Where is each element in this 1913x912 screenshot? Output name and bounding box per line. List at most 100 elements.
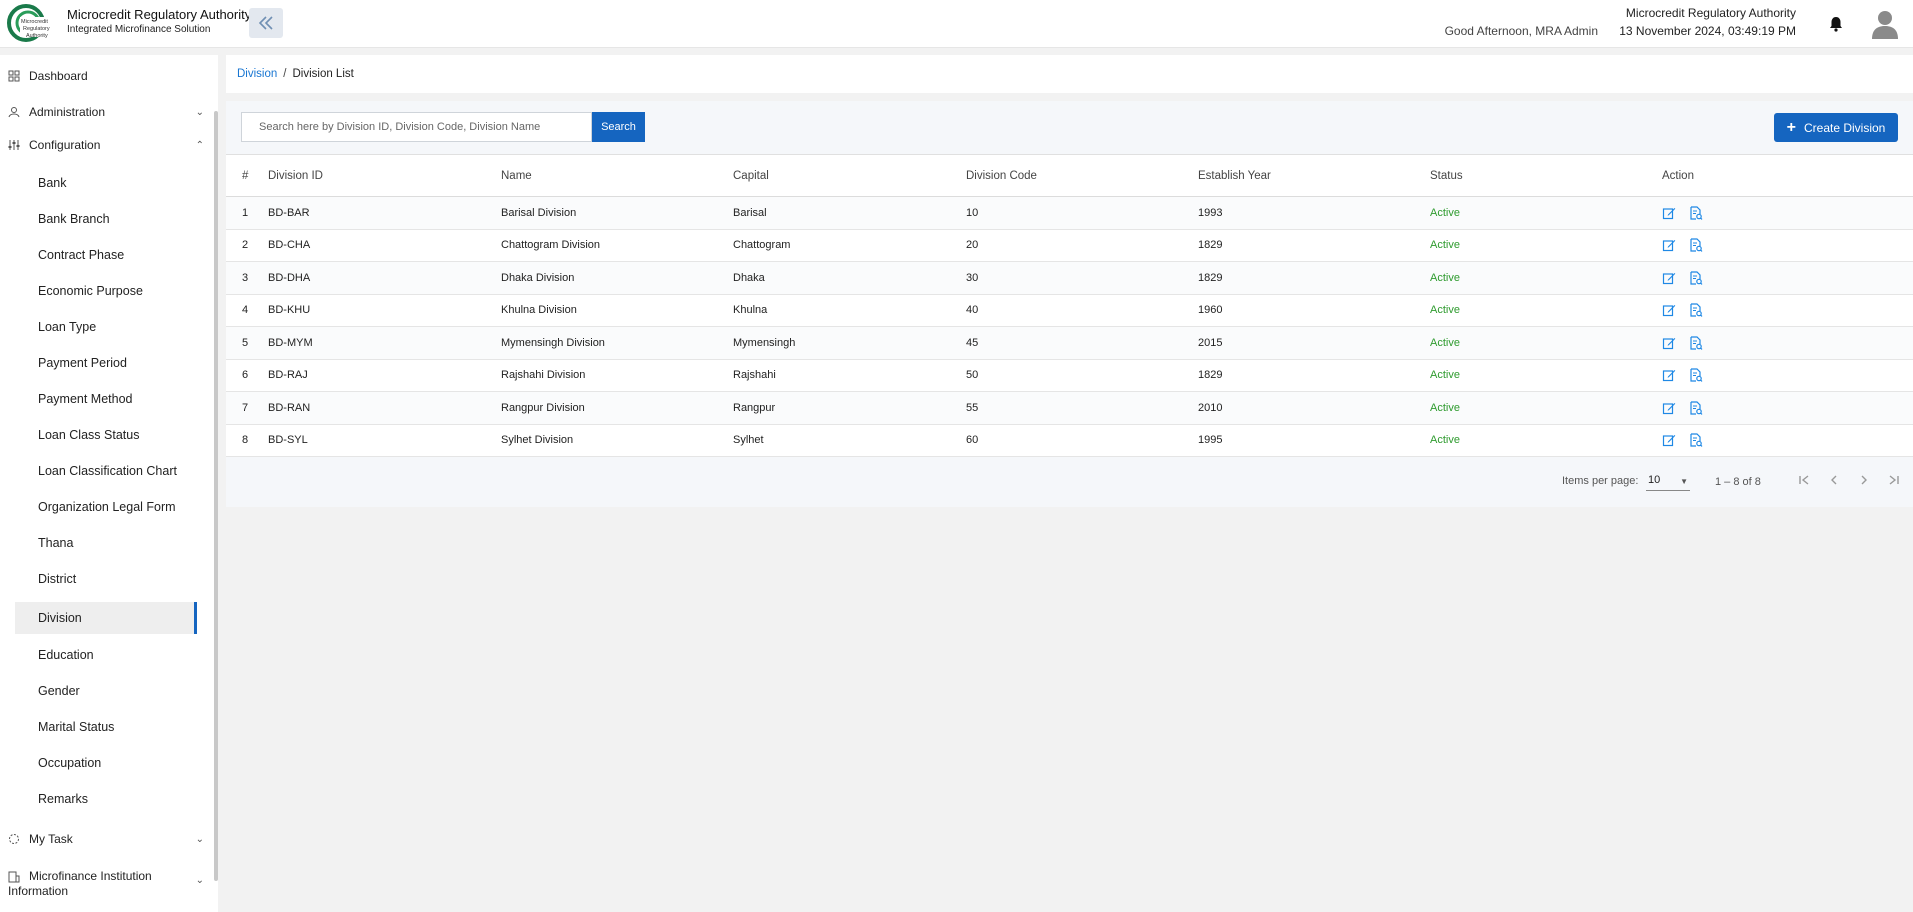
sidebar-item-loan-type[interactable]: Loan Type (15, 311, 197, 343)
row-number: 2 (242, 239, 249, 252)
edit-icon[interactable] (1662, 238, 1676, 252)
division-name-cell: Rajshahi Division (501, 369, 586, 382)
edit-icon[interactable] (1662, 368, 1676, 382)
chevron-left-icon (1831, 475, 1837, 485)
bell-icon[interactable] (1827, 15, 1845, 33)
establish-year-cell: 1995 (1198, 434, 1223, 447)
sidebar-item-label: Loan Type (38, 320, 97, 334)
action-cell (1662, 360, 1703, 392)
chevron-right-icon (1861, 475, 1867, 485)
sidebar-item-configuration[interactable]: Configuration ⌃ (8, 138, 208, 152)
user-avatar-icon[interactable] (1871, 9, 1899, 39)
items-per-page-select[interactable]: 10 ▼ (1646, 471, 1690, 491)
capital-cell: Rajshahi (733, 369, 776, 382)
search-button[interactable]: Search (592, 112, 645, 142)
edit-icon[interactable] (1662, 206, 1676, 220)
edit-icon[interactable] (1662, 401, 1676, 415)
sidebar-item-label: Thana (38, 536, 74, 550)
edit-icon[interactable] (1662, 433, 1676, 447)
search-input[interactable] (241, 112, 592, 142)
sidebar-item-label: Contract Phase (38, 248, 125, 262)
create-division-button[interactable]: + Create Division (1774, 113, 1898, 142)
sidebar-item-economic-purpose[interactable]: Economic Purpose (15, 275, 197, 307)
paginator: Items per page: 10 ▼ 1 – 8 of 8 (226, 457, 1913, 507)
division-id-cell: BD-RAJ (268, 369, 308, 382)
edit-icon[interactable] (1662, 271, 1676, 285)
sidebar-item-payment-method[interactable]: Payment Method (15, 383, 197, 415)
document-view-icon[interactable] (1689, 238, 1703, 253)
sidebar-item-label: Loan Class Status (38, 428, 140, 442)
sidebar-item-label: My Task (29, 832, 73, 846)
previous-page-button[interactable] (1823, 469, 1845, 491)
last-page-icon (1889, 475, 1899, 485)
document-view-icon[interactable] (1689, 401, 1703, 415)
sidebar-item-remarks[interactable]: Remarks (15, 783, 197, 815)
establish-year-cell: 1960 (1198, 304, 1223, 317)
division-name-cell: Mymensingh Division (501, 336, 605, 349)
table-row: 3 BD-DHA Dhaka Division Dhaka 30 1829 Active (226, 262, 1913, 295)
document-view-icon[interactable] (1689, 303, 1703, 318)
edit-icon[interactable] (1662, 303, 1676, 317)
table-row: 2 BD-CHA Chattogram Division Chattogram 20 18… (226, 230, 1913, 262)
row-number: 1 (242, 206, 249, 219)
column-header-establish-year: Establish Year (1198, 169, 1271, 182)
action-cell (1662, 230, 1703, 262)
sidebar-item-administration[interactable]: Administration ⌄ (8, 105, 208, 119)
sidebar-item-label: Payment Period (38, 356, 127, 370)
status-cell: Active (1430, 271, 1460, 284)
sidebar-item-education[interactable]: Education (15, 639, 197, 671)
capital-cell: Chattogram (733, 239, 791, 252)
sidebar-item-label: Bank (38, 176, 67, 190)
last-page-button[interactable] (1883, 469, 1905, 491)
sidebar-item-thana[interactable]: Thana (15, 527, 197, 559)
sidebar-item-occupation[interactable]: Occupation (15, 747, 197, 779)
sidebar-item-my-task[interactable]: My Task ⌄ (8, 832, 208, 846)
org-title: Microcredit Regulatory Authority (67, 7, 252, 22)
admin-icon (8, 107, 20, 118)
header-org-name: Microcredit Regulatory Authority (1625, 6, 1796, 20)
mra-logo: Microcredit Regulatory Authority (7, 4, 58, 42)
edit-icon[interactable] (1662, 336, 1676, 350)
breadcrumb-division-link[interactable]: Division (237, 68, 277, 80)
breadcrumb-current: Division List (292, 68, 354, 80)
document-view-icon[interactable] (1689, 336, 1703, 350)
sidebar-item-mfi-information[interactable]: Microfinance Institution Information ⌄ (8, 869, 208, 899)
document-view-icon[interactable] (1689, 206, 1703, 220)
sidebar-item-bank[interactable]: Bank (15, 167, 197, 199)
first-page-button[interactable] (1793, 469, 1815, 491)
sidebar-item-district[interactable]: District (15, 563, 197, 595)
row-number: 8 (242, 434, 249, 447)
double-chevron-left-icon (258, 16, 273, 30)
table-header-row: # Division ID Name Capital Division Code… (226, 155, 1913, 197)
action-cell (1662, 262, 1703, 294)
sidebar-item-bank-branch[interactable]: Bank Branch (15, 203, 197, 235)
document-view-icon[interactable] (1689, 271, 1703, 285)
next-page-button[interactable] (1853, 469, 1875, 491)
sidebar-item-label: Configuration (29, 138, 101, 152)
sidebar-item-loan-class-status[interactable]: Loan Class Status (15, 419, 197, 451)
division-name-cell: Sylhet Division (501, 434, 574, 447)
sidebar-item-gender[interactable]: Gender (15, 675, 197, 707)
sidebar-item-contract-phase[interactable]: Contract Phase (15, 239, 197, 271)
header-datetime: 13 November 2024, 03:49:19 PM (1619, 24, 1796, 38)
sidebar-item-dashboard[interactable]: Dashboard (8, 69, 208, 83)
document-view-icon[interactable] (1689, 433, 1703, 448)
action-cell (1662, 197, 1703, 229)
items-per-page-value: 10 (1648, 474, 1661, 486)
division-code-cell: 10 (966, 206, 979, 219)
sidebar-scrollbar[interactable] (214, 111, 218, 881)
grid-icon (8, 70, 20, 82)
sidebar-item-payment-period[interactable]: Payment Period (15, 347, 197, 379)
sidebar-collapse-button[interactable] (249, 8, 283, 38)
sliders-icon (8, 140, 20, 150)
logo-text-2: Regulatory (23, 26, 50, 32)
sidebar-item-organization-legal-form[interactable]: Organization Legal Form (15, 491, 197, 523)
column-header-number: # (242, 169, 249, 182)
division-name-cell: Barisal Division (501, 206, 577, 219)
sidebar-item-marital-status[interactable]: Marital Status (15, 711, 197, 743)
sidebar-item-division[interactable]: Division (15, 602, 197, 634)
document-view-icon[interactable] (1689, 368, 1703, 383)
division-id-cell: BD-BAR (268, 206, 310, 219)
building-icon (8, 871, 20, 883)
sidebar-item-loan-classification-chart[interactable]: Loan Classification Chart (15, 455, 197, 487)
